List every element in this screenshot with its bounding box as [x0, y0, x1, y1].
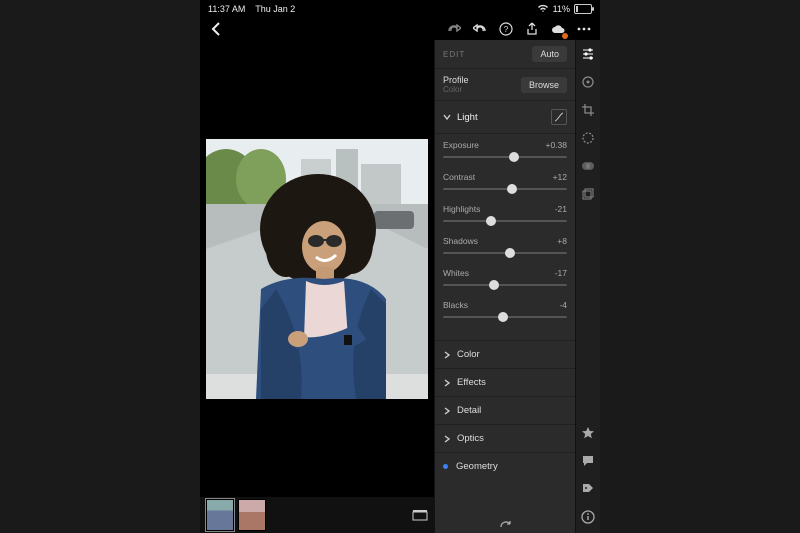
- healing-tool[interactable]: [580, 74, 596, 90]
- slider-knob[interactable]: [505, 248, 515, 258]
- help-button[interactable]: ?: [498, 21, 514, 37]
- undo-button[interactable]: [472, 21, 488, 37]
- slider-knob[interactable]: [498, 312, 508, 322]
- filmstrip-toggle-button[interactable]: [412, 507, 428, 523]
- filmstrip-thumb[interactable]: [206, 499, 234, 531]
- slider-blacks[interactable]: Blacks -4: [443, 300, 567, 322]
- slider-label: Contrast: [443, 172, 475, 182]
- auto-button[interactable]: Auto: [532, 46, 567, 62]
- chevron-right-icon: [443, 379, 451, 387]
- share-button[interactable]: [524, 21, 540, 37]
- detail-group-header[interactable]: Detail: [435, 397, 575, 425]
- light-label: Light: [457, 112, 545, 123]
- geometry-label: Geometry: [456, 461, 498, 472]
- slider-knob[interactable]: [509, 152, 519, 162]
- slider-track[interactable]: [443, 216, 567, 226]
- slider-knob[interactable]: [507, 184, 517, 194]
- slider-knob[interactable]: [486, 216, 496, 226]
- cloud-sync-button[interactable]: [550, 21, 566, 37]
- optics-group-header[interactable]: Optics: [435, 425, 575, 453]
- crop-tool[interactable]: [580, 102, 596, 118]
- status-time: 11:37 AM: [208, 4, 245, 14]
- edit-panel: EDIT Auto Profile Color Browse Light: [434, 40, 575, 533]
- filmstrip-thumb[interactable]: [238, 499, 266, 531]
- tool-rail: [575, 40, 600, 533]
- reset-bar[interactable]: [435, 515, 575, 533]
- wifi-icon: [537, 4, 549, 15]
- slider-value: -17: [555, 268, 567, 278]
- edit-sliders-tool[interactable]: [580, 46, 596, 62]
- status-left: 11:37 AM Thu Jan 2: [208, 4, 295, 14]
- filmstrip: [200, 497, 434, 533]
- app-frame: 11:37 AM Thu Jan 2 11% ?: [200, 0, 600, 533]
- profile-label: Profile: [443, 75, 469, 85]
- slider-label: Highlights: [443, 204, 480, 214]
- slider-track[interactable]: [443, 248, 567, 258]
- comments-button[interactable]: [580, 453, 596, 469]
- slider-label: Shadows: [443, 236, 478, 246]
- sync-pending-badge: [562, 33, 568, 39]
- modified-indicator-icon: [443, 464, 448, 469]
- slider-track[interactable]: [443, 152, 567, 162]
- chevron-down-icon: [443, 113, 451, 121]
- status-bar: 11:37 AM Thu Jan 2 11%: [200, 0, 600, 18]
- optics-label: Optics: [457, 433, 484, 444]
- photo-preview[interactable]: [206, 139, 428, 399]
- versions-tool[interactable]: [580, 186, 596, 202]
- slider-value: +0.38: [545, 140, 567, 150]
- slider-track[interactable]: [443, 280, 567, 290]
- keywords-button[interactable]: [580, 481, 596, 497]
- redo-forward-icon[interactable]: [446, 21, 462, 37]
- status-date: Thu Jan 2: [255, 4, 295, 14]
- battery-percent: 11%: [553, 4, 570, 14]
- chevron-right-icon: [443, 351, 451, 359]
- back-button[interactable]: [208, 21, 224, 37]
- slider-label: Whites: [443, 268, 469, 278]
- light-group-header[interactable]: Light: [435, 101, 575, 134]
- status-right: 11%: [537, 4, 592, 15]
- browse-profiles-button[interactable]: Browse: [521, 77, 567, 93]
- slider-value: -4: [559, 300, 567, 310]
- presets-tool[interactable]: [580, 158, 596, 174]
- tone-curve-button[interactable]: [551, 109, 567, 125]
- top-toolbar: ?: [200, 18, 600, 40]
- geometry-group-header[interactable]: Geometry: [435, 453, 575, 480]
- slider-contrast[interactable]: Contrast +12: [443, 172, 567, 194]
- effects-group-header[interactable]: Effects: [435, 369, 575, 397]
- slider-value: +8: [557, 236, 567, 246]
- chevron-right-icon: [443, 407, 451, 415]
- photo-canvas: [200, 40, 434, 533]
- slider-track[interactable]: [443, 184, 567, 194]
- profile-value: Color: [443, 85, 469, 94]
- rating-star-button[interactable]: [580, 425, 596, 441]
- slider-highlights[interactable]: Highlights -21: [443, 204, 567, 226]
- color-group-header[interactable]: Color: [435, 341, 575, 369]
- slider-value: -21: [555, 204, 567, 214]
- edit-heading: EDIT: [443, 50, 465, 59]
- battery-icon: [574, 4, 592, 14]
- slider-shadows[interactable]: Shadows +8: [443, 236, 567, 258]
- slider-knob[interactable]: [489, 280, 499, 290]
- slider-whites[interactable]: Whites -17: [443, 268, 567, 290]
- masking-tool[interactable]: [580, 130, 596, 146]
- svg-text:?: ?: [504, 25, 509, 34]
- info-button[interactable]: [580, 509, 596, 525]
- main-area: EDIT Auto Profile Color Browse Light: [200, 40, 600, 533]
- effects-label: Effects: [457, 377, 486, 388]
- slider-track[interactable]: [443, 312, 567, 322]
- slider-value: +12: [553, 172, 567, 182]
- color-label: Color: [457, 349, 480, 360]
- slider-label: Blacks: [443, 300, 468, 310]
- light-sliders: Exposure +0.38 Contrast +12 Highlights -21 Sha…: [435, 134, 575, 341]
- chevron-right-icon: [443, 435, 451, 443]
- slider-label: Exposure: [443, 140, 479, 150]
- slider-exposure[interactable]: Exposure +0.38: [443, 140, 567, 162]
- detail-label: Detail: [457, 405, 481, 416]
- more-button[interactable]: [576, 21, 592, 37]
